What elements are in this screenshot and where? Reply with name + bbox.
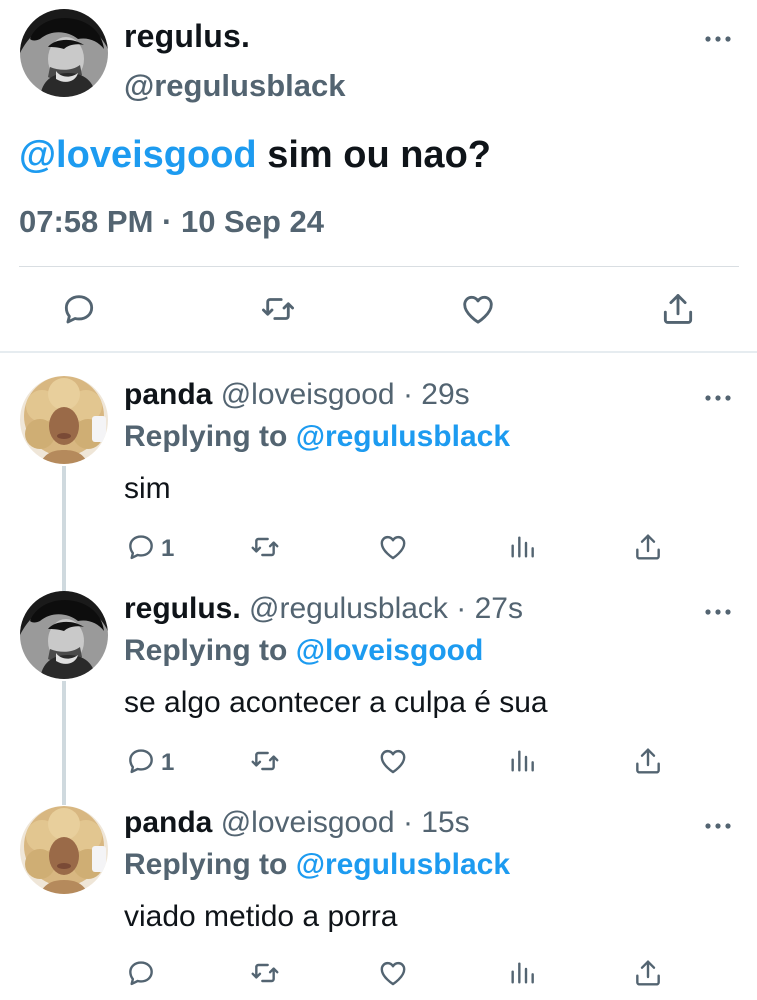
views-bars-icon [506, 531, 538, 563]
replying-to-link[interactable]: @regulusblack [296, 420, 510, 453]
reply-text: viado metido a porra [124, 900, 398, 933]
replying-to-link[interactable]: @loveisgood [296, 634, 484, 667]
more-options-icon[interactable] [703, 820, 733, 832]
like-button[interactable] [377, 745, 409, 777]
reply-avatar[interactable] [20, 806, 108, 894]
reply-header: panda @loveisgood · 29s [124, 378, 470, 412]
section-divider [0, 351, 757, 353]
reply-button[interactable] [60, 290, 98, 328]
more-options-icon[interactable] [703, 606, 733, 618]
replying-to-label: Replying to [124, 848, 288, 881]
views-button[interactable] [506, 745, 538, 777]
share-button[interactable] [632, 957, 664, 989]
reply-time[interactable]: · 29s [403, 378, 470, 411]
share-icon [632, 531, 664, 563]
reply-avatar[interactable] [20, 376, 108, 464]
reply-count: 1 [161, 749, 175, 776]
views-bars-icon [506, 745, 538, 777]
author-handle[interactable]: @regulusblack [124, 68, 345, 104]
share-icon [632, 745, 664, 777]
share-button[interactable] [632, 531, 664, 563]
more-options-icon[interactable] [703, 33, 733, 45]
more-options-icon[interactable] [703, 392, 733, 404]
thread-line [62, 681, 66, 805]
reply-header: regulus. @regulusblack · 27s [124, 592, 523, 626]
retweet-button[interactable] [259, 290, 297, 328]
reply-button[interactable] [125, 957, 157, 989]
reply-header: panda @loveisgood · 15s [124, 806, 470, 840]
reply-text: sim [124, 472, 171, 505]
heart-icon [377, 531, 409, 563]
reply-time[interactable]: · 15s [403, 806, 470, 839]
like-button[interactable] [377, 957, 409, 989]
retweet-icon [249, 531, 281, 563]
share-button[interactable] [659, 290, 697, 328]
like-button[interactable] [459, 290, 497, 328]
tweet-body: sim ou nao? [267, 134, 491, 176]
views-bars-icon [506, 957, 538, 989]
reply-button[interactable] [125, 531, 157, 563]
retweet-button[interactable] [249, 531, 281, 563]
reply-handle[interactable]: @regulusblack [249, 592, 448, 625]
retweet-button[interactable] [249, 745, 281, 777]
tweet-mention-link[interactable]: @loveisgood [19, 134, 257, 176]
reply-bubble-icon [125, 745, 157, 777]
like-button[interactable] [377, 531, 409, 563]
reply-bubble-icon [125, 957, 157, 989]
retweet-button[interactable] [249, 957, 281, 989]
reply-handle[interactable]: @loveisgood [221, 378, 395, 411]
divider [19, 266, 739, 267]
replying-to-label: Replying to [124, 420, 288, 453]
replying-to-label: Replying to [124, 634, 288, 667]
share-button[interactable] [632, 745, 664, 777]
replying-to: Replying to @regulusblack [124, 420, 510, 454]
reply-display-name[interactable]: panda [124, 378, 212, 411]
tweet-timestamp[interactable]: 07:58 PM · 10 Sep 24 [19, 204, 324, 240]
thread-line [62, 466, 66, 591]
tweet-text: @loveisgood sim ou nao? [19, 134, 491, 177]
reply-handle[interactable]: @loveisgood [221, 806, 395, 839]
heart-icon [377, 957, 409, 989]
share-icon [632, 957, 664, 989]
heart-icon [459, 290, 497, 328]
retweet-icon [249, 957, 281, 989]
reply-bubble-icon [60, 290, 98, 328]
views-button[interactable] [506, 957, 538, 989]
reply-display-name[interactable]: panda [124, 806, 212, 839]
reply-count: 1 [161, 535, 175, 562]
reply-text: se algo acontecer a culpa é sua [124, 686, 548, 719]
reply-display-name[interactable]: regulus. [124, 592, 241, 625]
author-avatar[interactable] [20, 9, 108, 97]
author-display-name[interactable]: regulus. [124, 18, 250, 55]
replying-to: Replying to @loveisgood [124, 634, 483, 668]
share-icon [659, 290, 697, 328]
retweet-icon [259, 290, 297, 328]
reply-bubble-icon [125, 531, 157, 563]
views-button[interactable] [506, 531, 538, 563]
retweet-icon [249, 745, 281, 777]
replying-to: Replying to @regulusblack [124, 848, 510, 882]
reply-time[interactable]: · 27s [456, 592, 523, 625]
reply-avatar[interactable] [20, 591, 108, 679]
heart-icon [377, 745, 409, 777]
replying-to-link[interactable]: @regulusblack [296, 848, 510, 881]
reply-button[interactable] [125, 745, 157, 777]
